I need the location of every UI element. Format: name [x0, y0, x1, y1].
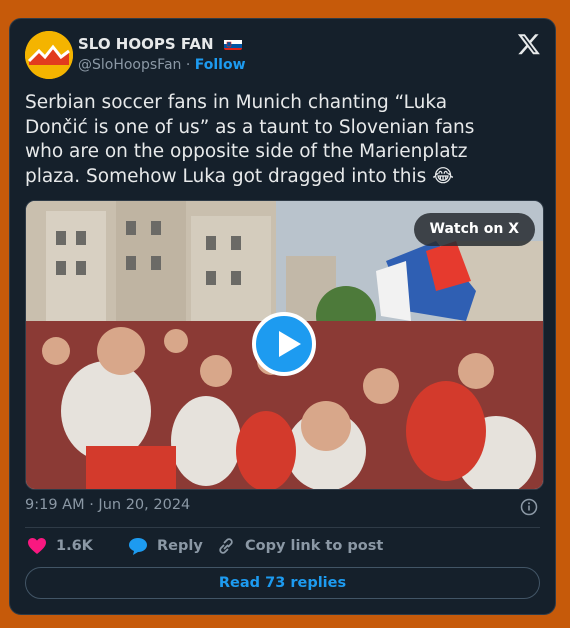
copy-link-button[interactable]: Copy link to post — [216, 537, 383, 555]
heart-icon — [28, 538, 46, 554]
author-name[interactable]: SLO HOOPS FAN — [78, 35, 242, 53]
link-icon — [219, 538, 233, 554]
author-handle-row: @SloHoopsFan · Follow — [78, 57, 246, 73]
like-count: 1.6K — [56, 538, 93, 554]
follow-button[interactable]: Follow — [195, 57, 246, 73]
info-icon[interactable] — [520, 498, 538, 516]
handle-separator: · — [185, 57, 191, 73]
author-name-label: SLO HOOPS FAN — [78, 35, 214, 53]
watch-on-x-button[interactable]: Watch on X — [413, 213, 535, 246]
reply-button[interactable]: Reply — [128, 537, 203, 555]
post-timestamp[interactable]: 9:19 AM · Jun 20, 2024 — [25, 497, 190, 513]
reply-bubble-icon — [129, 538, 147, 555]
play-button[interactable] — [252, 312, 316, 376]
video-player[interactable]: Watch on X — [25, 200, 544, 490]
divider — [25, 527, 540, 528]
x-logo-icon[interactable] — [517, 32, 541, 56]
read-replies-button[interactable]: Read 73 replies — [25, 567, 540, 599]
tweet-card: SLO HOOPS FAN @SloHoopsFan · Follow Serb… — [9, 18, 556, 615]
reply-label: Reply — [157, 538, 203, 554]
avatar[interactable] — [25, 31, 73, 79]
post-text: Serbian soccer fans in Munich chanting “… — [25, 92, 475, 187]
slovenia-flag-icon — [223, 38, 242, 50]
author-handle[interactable]: @SloHoopsFan — [78, 57, 181, 73]
like-button[interactable]: 1.6K — [27, 537, 93, 555]
copy-link-label: Copy link to post — [245, 538, 384, 554]
